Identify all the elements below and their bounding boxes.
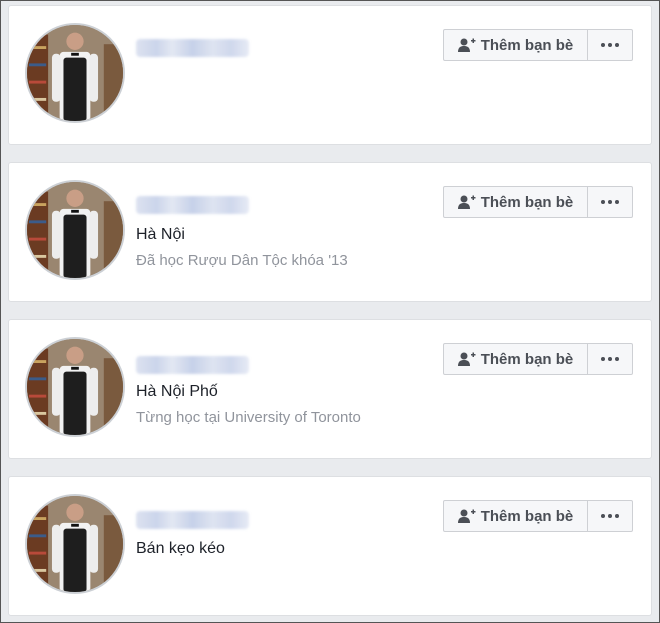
profile-avatar[interactable] [25, 180, 125, 280]
add-friend-icon [457, 352, 476, 366]
profile-education: Đã học Rượu Dân Tộc khóa '13 [136, 252, 348, 269]
add-friend-button[interactable]: Thêm bạn bè [443, 500, 588, 532]
add-friend-button[interactable]: Thêm bạn bè [443, 29, 588, 61]
profile-name[interactable] [136, 196, 249, 214]
profile-education: Từng học tại University of Toronto [136, 409, 361, 426]
add-friend-icon [457, 195, 476, 209]
profile-name[interactable] [136, 356, 249, 374]
person-photo [27, 339, 123, 435]
more-options-icon [600, 514, 620, 518]
profile-location: Hà Nội Phố [136, 383, 218, 400]
profile-occupation: Bán kẹo kéo [136, 540, 225, 557]
person-photo [27, 496, 123, 592]
add-friend-label: Thêm bạn bè [480, 36, 574, 54]
result-card: Hà Nội Phố Từng học tại University of To… [8, 319, 652, 459]
more-options-button[interactable] [587, 186, 633, 218]
profile-avatar[interactable] [25, 23, 125, 123]
result-card: Thêm bạn bè [8, 5, 652, 145]
more-options-button[interactable] [587, 500, 633, 532]
profile-name[interactable] [136, 511, 249, 529]
add-friend-icon [457, 38, 476, 52]
result-card: Hà Nội Đã học Rượu Dân Tộc khóa '13 Thêm… [8, 162, 652, 302]
more-options-button[interactable] [587, 29, 633, 61]
more-options-button[interactable] [587, 343, 633, 375]
person-photo [27, 182, 123, 278]
add-friend-button[interactable]: Thêm bạn bè [443, 186, 588, 218]
add-friend-button[interactable]: Thêm bạn bè [443, 343, 588, 375]
add-friend-label: Thêm bạn bè [480, 507, 574, 525]
profile-name[interactable] [136, 39, 249, 57]
profile-avatar[interactable] [25, 494, 125, 594]
add-friend-label: Thêm bạn bè [480, 350, 574, 368]
more-options-icon [600, 43, 620, 47]
person-photo [27, 25, 123, 121]
add-friend-label: Thêm bạn bè [480, 193, 574, 211]
profile-location: Hà Nội [136, 226, 185, 243]
add-friend-icon [457, 509, 476, 523]
profile-avatar[interactable] [25, 337, 125, 437]
more-options-icon [600, 200, 620, 204]
result-card: Bán kẹo kéo Thêm bạn bè [8, 476, 652, 616]
more-options-icon [600, 357, 620, 361]
